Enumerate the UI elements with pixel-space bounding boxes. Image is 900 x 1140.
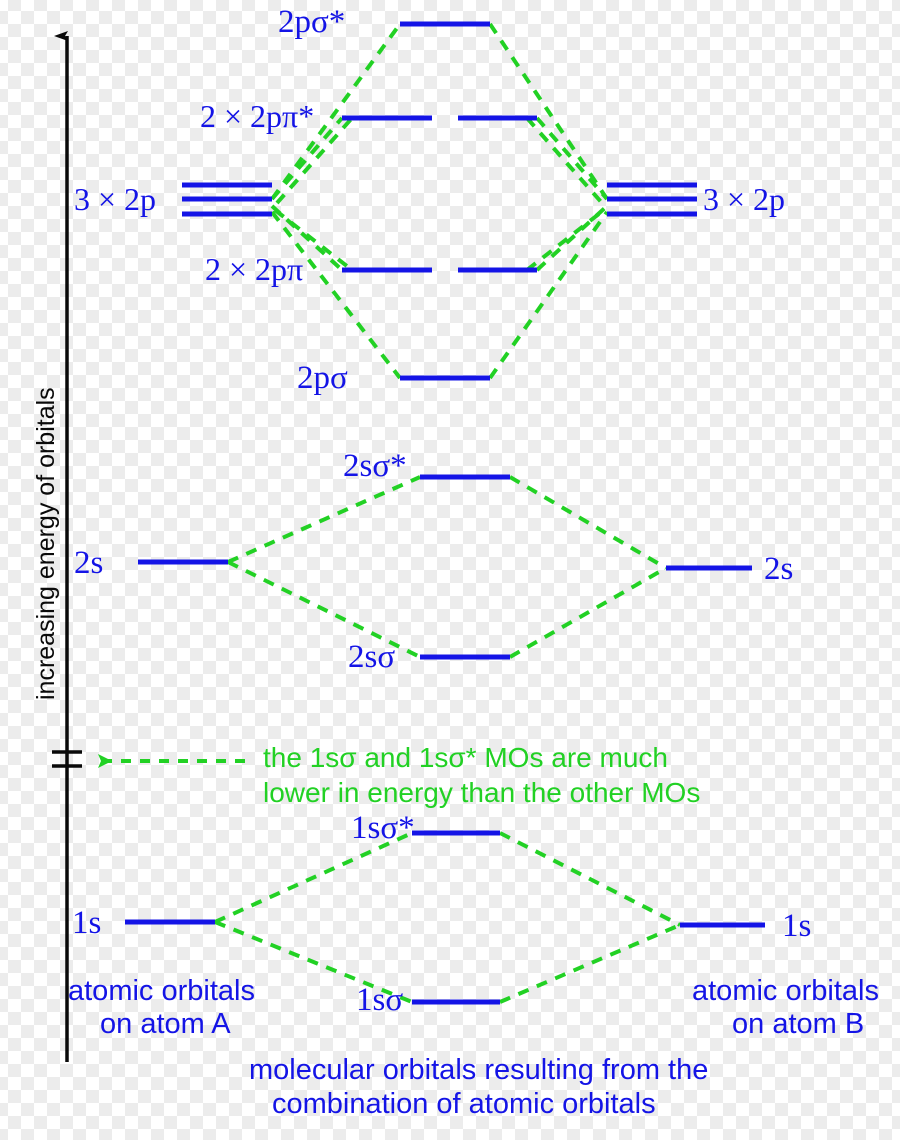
label-2p-atomB: 3 × 2p [703,181,786,217]
heading-atom-a-line2: on atom A [100,1008,231,1040]
corr-2s-A-to-2ssigma-star [227,475,421,564]
corr-2ppi-b-to-2p-B [525,208,606,272]
label-2ssigma-star: 2sσ* [343,448,407,484]
energy-axis-label: increasing energy of orbitals [32,387,60,700]
corr-2ssigma-star-to-2s-B [508,475,668,570]
corr-2ppi-star-a-to-2p-B [535,116,609,201]
corr-2ssigma-to-2s-B [509,566,667,659]
label-2psigma-star: 2pσ* [278,4,346,40]
label-1ssigma: 1sσ [356,982,404,1018]
corr-2psigma-star-to-2p-B [488,22,609,201]
caption-line-2: combination of atomic orbitals [272,1088,656,1120]
label-2s-atomA: 2s [74,545,104,581]
annotation-line-1: the 1sσ and 1sσ* MOs are much [263,742,668,773]
mo-energy-level-diagram: increasing energy of orbitals 2pσ* 2 × 2… [0,0,900,1140]
heading-atom-a-line1: atomic orbitals [68,975,255,1007]
label-2p-atomA: 3 × 2p [74,181,157,217]
label-2ppi: 2 × 2pπ [205,251,304,287]
label-2ssigma: 2sσ [348,639,396,675]
corr-2ppi-star-b-to-2p-B [525,116,604,205]
label-2psigma: 2pσ [297,360,348,396]
corr-2psigma-to-2p-B [488,210,609,380]
corr-1ssigma-to-1s-B [499,923,681,1004]
corr-1ssigma-star-to-1s-B [499,831,681,927]
label-1ssigma-star: 1sσ* [351,810,415,846]
corr-2p-A-to-2psigma [270,210,402,380]
label-2ppi-star: 2 × 2pπ* [200,98,315,134]
annotation-line-2: lower in energy than the other MOs [263,777,701,808]
caption-line-1: molecular orbitals resulting from the [249,1054,709,1086]
correlation-lines-group [214,22,681,1004]
heading-atom-b-line2: on atom B [732,1008,865,1040]
label-1s-atomB: 1s [782,908,812,944]
orbital-levels-group [125,21,765,1005]
label-2s-atomB: 2s [764,551,794,587]
label-1s-atomA: 1s [72,905,102,941]
heading-atom-b-line1: atomic orbitals [692,975,879,1007]
